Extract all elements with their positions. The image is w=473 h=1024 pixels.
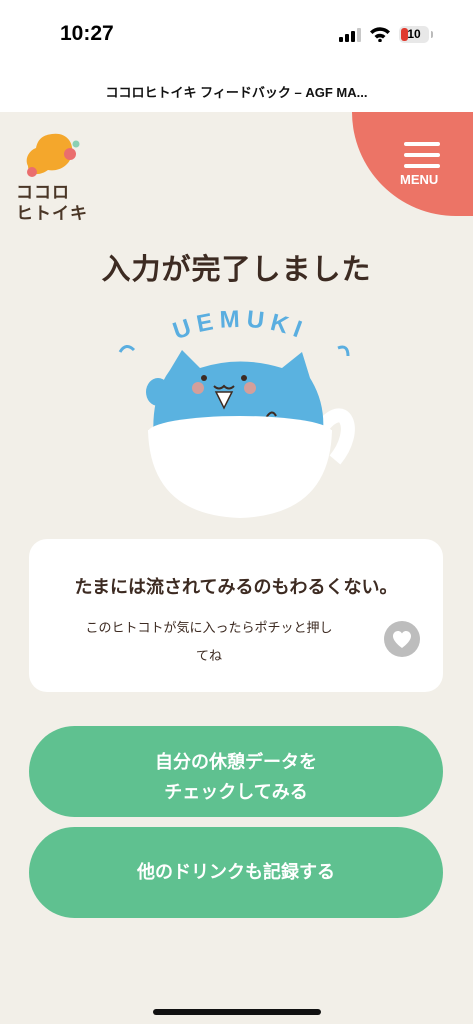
message-text: たまには流されてみるのもわるくない。	[74, 577, 398, 598]
battery-icon: 10	[399, 26, 429, 43]
menu-button[interactable]: MENU	[352, 112, 473, 216]
record-other-drink-button[interactable]: 他のドリンクも記録する	[29, 827, 443, 918]
status-bar: 10:27 10	[0, 0, 473, 70]
signal-icon	[339, 28, 363, 42]
cat-in-cup-illustration: UEMUKI	[118, 306, 355, 518]
check-break-data-button[interactable]: 自分の休憩データを チェックしてみる	[29, 726, 443, 817]
wifi-icon	[370, 27, 390, 42]
logo-text: ココロ ヒトイキ	[16, 183, 88, 224]
browser-title-bar: ココロヒトイキ フィードバック – AGF MA...	[0, 70, 473, 112]
like-button[interactable]	[384, 621, 420, 657]
completion-heading: 入力が完了しました	[101, 252, 372, 286]
message-card: たまには流されてみるのもわるくない。 このヒトコトが気に入ったらポチッと押し て…	[29, 539, 443, 692]
status-time: 10:27	[60, 22, 114, 45]
svg-text:UEMUKI: UEMUKI	[170, 306, 311, 346]
menu-label: MENU	[400, 172, 439, 187]
page-title: ココロヒトイキ フィードバック – AGF MA...	[105, 85, 368, 100]
heart-icon	[393, 631, 411, 648]
battery-level: 10	[407, 27, 421, 41]
home-indicator[interactable]	[153, 1009, 321, 1015]
like-instruction: このヒトコトが気に入ったらポチッと押し てね	[85, 621, 333, 664]
